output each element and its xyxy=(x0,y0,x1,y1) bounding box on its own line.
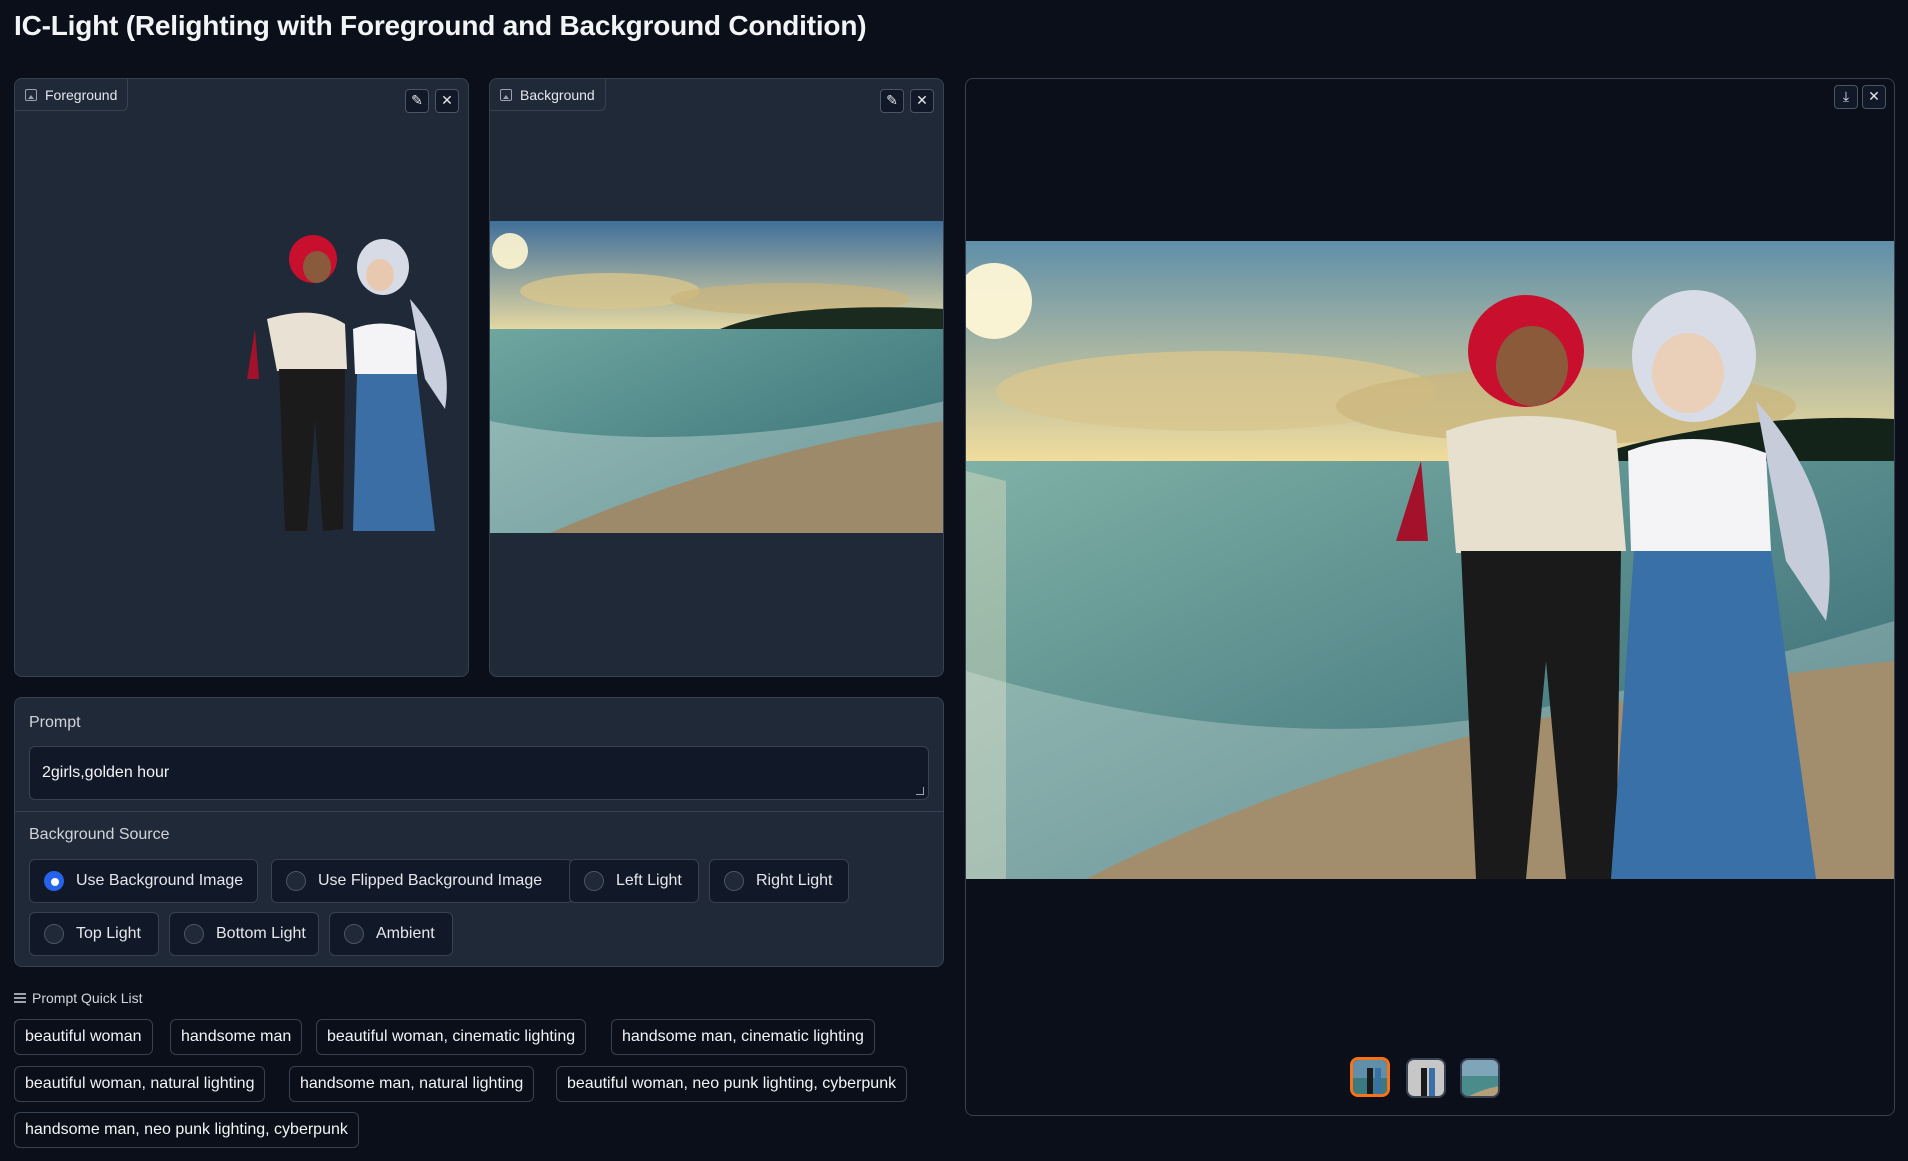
prompt-input[interactable]: 2girls,golden hour xyxy=(29,746,929,800)
quick-list-label: Prompt Quick List xyxy=(32,990,143,1006)
radio-label: Ambient xyxy=(376,925,435,942)
close-icon: ✕ xyxy=(1868,89,1880,105)
list-icon xyxy=(14,993,26,1003)
pencil-icon: ✎ xyxy=(886,93,898,109)
quick-prompt-item[interactable]: beautiful woman, neo punk lighting, cybe… xyxy=(556,1066,908,1102)
page-title: IC-Light (Relighting with Foreground and… xyxy=(14,10,867,41)
radio-use-flipped-background-image[interactable]: Use Flipped Background Image xyxy=(271,859,573,903)
radio-unselected-icon xyxy=(184,924,204,944)
radio-ambient[interactable]: Ambient xyxy=(329,912,453,956)
controls-panel: Prompt 2girls,golden hour Background Sou… xyxy=(14,697,944,967)
thumbnail-image xyxy=(1353,1060,1387,1094)
output-image[interactable] xyxy=(966,241,1894,879)
resize-grip-icon[interactable] xyxy=(916,787,924,795)
radio-bottom-light[interactable]: Bottom Light xyxy=(169,912,319,956)
download-icon: ⤓ xyxy=(1842,89,1850,105)
gallery-thumbnail[interactable] xyxy=(1460,1058,1500,1098)
gallery-clear-button[interactable]: ✕ xyxy=(1862,85,1886,109)
background-label: Background xyxy=(490,79,606,111)
radio-unselected-icon xyxy=(344,924,364,944)
radio-right-light[interactable]: Right Light xyxy=(709,859,849,903)
quick-list-title: Prompt Quick List xyxy=(14,990,142,1006)
image-icon xyxy=(500,88,512,101)
radio-left-light[interactable]: Left Light xyxy=(569,859,699,903)
download-button[interactable]: ⤓ xyxy=(1834,85,1858,109)
quick-prompt-item[interactable]: handsome man, cinematic lighting xyxy=(611,1019,875,1055)
background-image-panel[interactable]: Background ✎ ✕ xyxy=(489,78,944,677)
radio-selected-icon xyxy=(44,871,64,891)
quick-prompt-item[interactable]: beautiful woman, natural lighting xyxy=(14,1066,266,1102)
radio-top-light[interactable]: Top Light xyxy=(29,912,159,956)
radio-unselected-icon xyxy=(44,924,64,944)
figure-red-hair xyxy=(247,235,347,531)
radio-unselected-icon xyxy=(724,871,744,891)
output-gallery-panel: ⤓ ✕ xyxy=(965,78,1895,1116)
quick-prompt-item[interactable]: handsome man, natural lighting xyxy=(289,1066,535,1102)
thumbnail-image xyxy=(1462,1060,1498,1096)
prompt-input-value: 2girls,golden hour xyxy=(42,764,170,781)
prompt-label: Prompt xyxy=(29,714,81,731)
background-edit-button[interactable]: ✎ xyxy=(880,89,904,113)
quick-prompt-item[interactable]: handsome man xyxy=(170,1019,303,1055)
background-label-text: Background xyxy=(520,86,595,103)
radio-label: Top Light xyxy=(76,925,141,942)
figure-white-hair xyxy=(353,239,447,531)
foreground-image-panel[interactable]: Foreground ✎ ✕ xyxy=(14,78,469,677)
divider xyxy=(15,811,943,812)
thumbnail-image xyxy=(1408,1060,1444,1096)
quick-prompt-item[interactable]: beautiful woman xyxy=(14,1019,153,1055)
gallery-thumbnail[interactable] xyxy=(1406,1058,1446,1098)
background-source-label: Background Source xyxy=(29,826,170,843)
background-clear-button[interactable]: ✕ xyxy=(910,89,934,113)
radio-use-background-image[interactable]: Use Background Image xyxy=(29,859,258,903)
quick-prompt-item[interactable]: beautiful woman, cinematic lighting xyxy=(316,1019,587,1055)
radio-label: Use Background Image xyxy=(76,872,244,889)
radio-unselected-icon xyxy=(286,871,306,891)
gallery-thumbnail[interactable] xyxy=(1350,1057,1390,1097)
background-image xyxy=(490,221,943,533)
radio-unselected-icon xyxy=(584,871,604,891)
foreground-image xyxy=(247,235,447,531)
radio-label: Use Flipped Background Image xyxy=(318,872,543,889)
radio-label: Left Light xyxy=(616,872,682,889)
radio-label: Bottom Light xyxy=(216,925,306,942)
close-icon: ✕ xyxy=(916,93,928,109)
quick-prompt-item[interactable]: handsome man, neo punk lighting, cyberpu… xyxy=(14,1112,359,1148)
radio-label: Right Light xyxy=(756,872,833,889)
